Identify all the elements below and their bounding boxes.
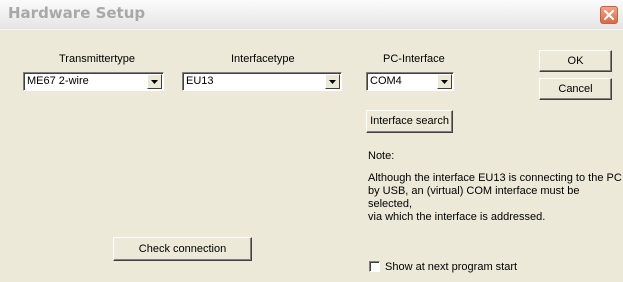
- note-text: Although the interface EU13 is connectin…: [368, 172, 623, 224]
- ok-button[interactable]: OK: [539, 50, 612, 72]
- hardware-setup-dialog: Hardware Setup Transmittertype Interface…: [0, 0, 623, 282]
- interface-search-label: Interface search: [370, 115, 449, 127]
- note-line: via which the interface is addressed.: [368, 211, 546, 223]
- interface-type-label: Interfacetype: [231, 53, 295, 65]
- pc-interface-dropdown-button[interactable]: [437, 74, 452, 89]
- interface-dropdown-button[interactable]: [325, 74, 340, 89]
- ok-button-label: OK: [567, 55, 584, 67]
- cancel-button[interactable]: Cancel: [539, 78, 612, 100]
- transmitter-type-label: Transmittertype: [59, 53, 136, 65]
- pc-interface-label: PC-Interface: [383, 53, 445, 65]
- note-line: Although the interface EU13 is connectin…: [368, 172, 622, 184]
- chevron-down-icon: [329, 80, 336, 84]
- interface-search-button[interactable]: Interface search: [366, 110, 453, 133]
- note-line: by USB, an (virtual) COM interface must …: [368, 185, 580, 210]
- title-bar[interactable]: Hardware Setup: [0, 0, 623, 29]
- pc-interface-value: COM4: [370, 75, 402, 87]
- interface-type-select[interactable]: EU13: [182, 72, 342, 91]
- transmitter-dropdown-button[interactable]: [147, 74, 162, 89]
- show-at-start-checkbox[interactable]: [369, 261, 380, 272]
- pc-interface-select[interactable]: COM4: [366, 72, 454, 91]
- transmitter-type-select[interactable]: ME67 2-wire: [23, 72, 164, 91]
- show-at-start-label[interactable]: Show at next program start: [385, 261, 517, 273]
- interface-type-value: EU13: [186, 75, 214, 87]
- window-title: Hardware Setup: [8, 4, 146, 22]
- close-button[interactable]: [600, 6, 618, 24]
- note-heading: Note:: [368, 150, 395, 162]
- close-icon: [604, 10, 614, 20]
- cancel-button-label: Cancel: [558, 83, 593, 95]
- transmitter-type-value: ME67 2-wire: [27, 75, 89, 87]
- chevron-down-icon: [441, 80, 448, 84]
- check-connection-label: Check connection: [138, 243, 227, 255]
- chevron-down-icon: [151, 80, 158, 84]
- check-connection-button[interactable]: Check connection: [113, 237, 252, 261]
- title-divider: [0, 29, 623, 30]
